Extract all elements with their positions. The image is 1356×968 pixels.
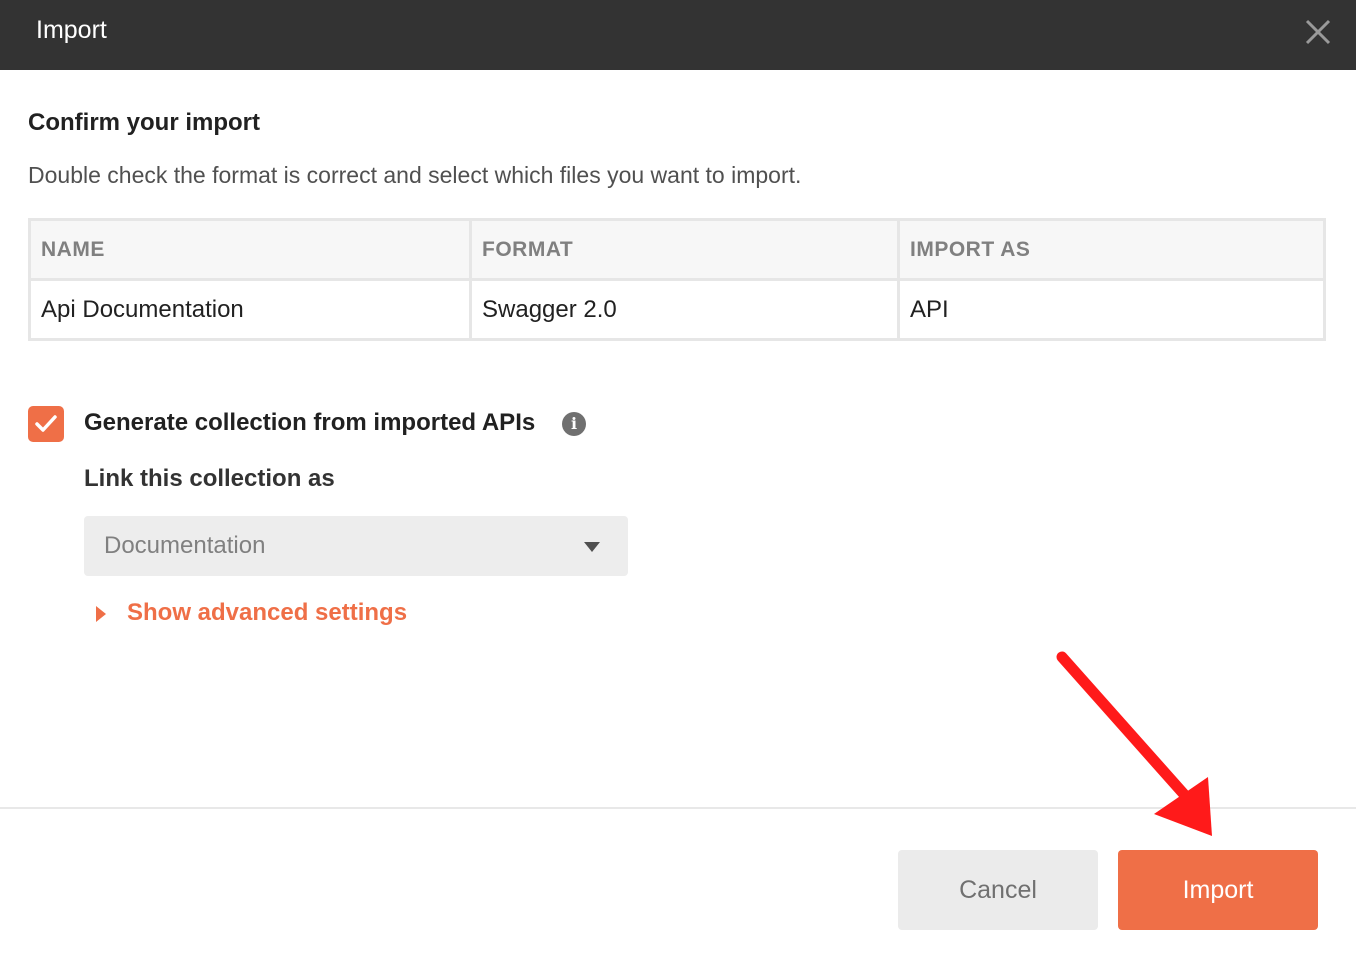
show-advanced-settings-label: Show advanced settings <box>127 599 408 626</box>
annotation-arrow-icon <box>1056 651 1212 836</box>
close-button[interactable] <box>1298 12 1338 52</box>
chevron-down-icon <box>584 542 600 552</box>
column-header-name: NAME <box>28 218 472 281</box>
import-button[interactable]: Import <box>1118 850 1318 930</box>
table-row: Api Documentation Swagger 2.0 API <box>28 278 1326 341</box>
column-header-format: FORMAT <box>469 218 900 281</box>
cell-format: Swagger 2.0 <box>469 278 900 341</box>
footer-divider <box>0 807 1356 809</box>
table-header-row: NAME FORMAT IMPORT AS <box>28 218 1326 281</box>
link-collection-selected-value: Documentation <box>104 532 266 559</box>
info-icon[interactable]: i <box>562 412 586 436</box>
close-icon <box>1305 19 1331 45</box>
dialog-title: Import <box>36 16 107 44</box>
link-collection-label: Link this collection as <box>84 465 335 492</box>
generate-collection-label[interactable]: Generate collection from imported APIs <box>84 408 535 438</box>
cell-import-as: API <box>897 278 1326 341</box>
cell-name: Api Documentation <box>28 278 472 341</box>
column-header-import-as: IMPORT AS <box>897 218 1326 281</box>
import-files-table: NAME FORMAT IMPORT AS Api Documentation … <box>28 218 1326 341</box>
import-dialog: Import Confirm your import Double check … <box>0 0 1356 968</box>
confirm-heading: Confirm your import <box>28 109 260 136</box>
caret-right-icon <box>96 606 106 622</box>
confirm-description: Double check the format is correct and s… <box>28 162 802 188</box>
generate-collection-checkbox[interactable] <box>28 406 64 442</box>
cancel-button[interactable]: Cancel <box>898 850 1098 930</box>
dialog-header: Import <box>0 0 1356 70</box>
checkmark-icon <box>35 415 57 432</box>
link-collection-select[interactable]: Documentation <box>84 516 628 576</box>
